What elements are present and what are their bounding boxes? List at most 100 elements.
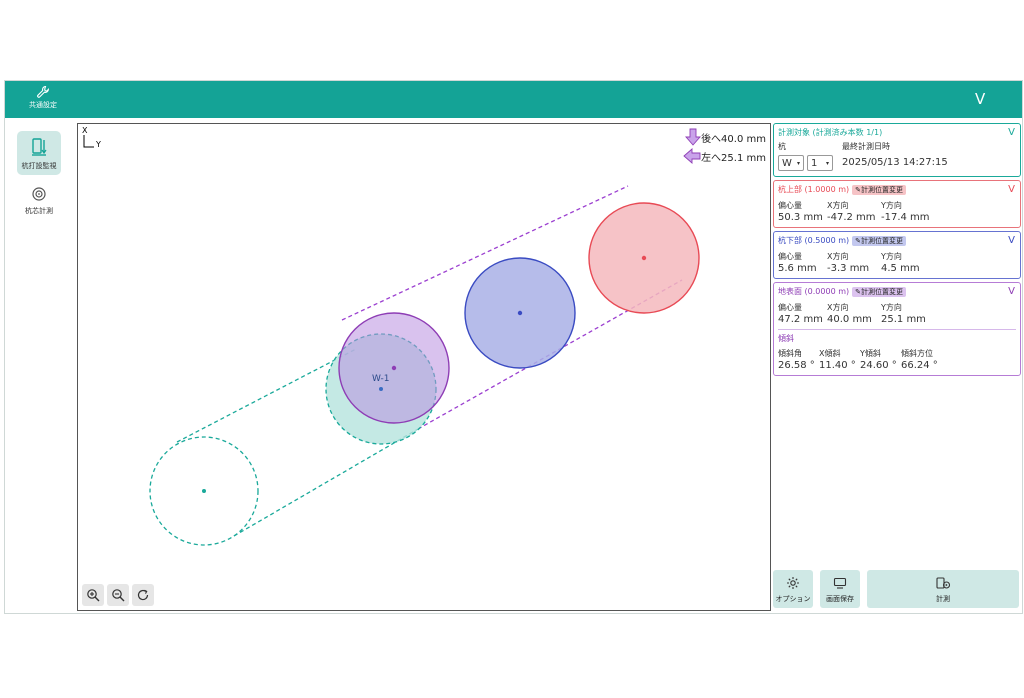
ecc-label: 偏心量 (778, 303, 802, 312)
wrench-icon (37, 85, 49, 98)
pile-plot: W-1 (149, 185, 700, 546)
x-incl-label: X傾斜 (819, 349, 841, 358)
pile-letter-value: W (782, 158, 792, 169)
incl-dir-value: 66.24 ° (901, 360, 938, 371)
zoom-out-icon (112, 589, 125, 602)
target-panel: 計測対象 (計測済み本数 1/1) V 杭 W ▾ 1 ▾ 最終計測日時 202… (773, 123, 1021, 177)
sidebar-item-pile-center[interactable]: 杭芯計測 (17, 183, 61, 219)
dropdown-arrow-icon: ▾ (825, 160, 829, 167)
bottom-section-title: 杭下部 (0.5000 m) (778, 236, 850, 245)
zoom-in-icon (87, 589, 100, 602)
bottom-section-panel: 杭下部 (0.5000 m) ✎計測位置変更 V 偏心量 X方向 Y方向 5.6 … (773, 231, 1021, 279)
measure-icon (936, 577, 951, 589)
ground-change-position-button[interactable]: ✎計測位置変更 (852, 287, 906, 297)
sidebar-item-pile-monitor[interactable]: 杭打設監視 (17, 131, 61, 175)
y-value: -17.4 mm (881, 212, 930, 223)
bottom-center (517, 310, 523, 316)
target-icon (32, 187, 46, 201)
top-section-header: 杭上部 (1.0000 m) ✎計測位置変更 (778, 184, 906, 195)
last-measured-value: 2025/05/13 14:27:15 (842, 157, 948, 168)
y-dir-label: Y方向 (881, 303, 902, 312)
save-screen-label: 画面保存 (826, 595, 854, 603)
ground-chevron-icon[interactable]: V (1008, 286, 1015, 297)
gear-icon (787, 577, 799, 589)
chip-label: 計測位置変更 (861, 237, 903, 245)
design-pile-center (202, 489, 206, 493)
actual-pile-center (379, 387, 383, 391)
ecc-value: 5.6 mm (778, 263, 817, 274)
x-value: -3.3 mm (827, 263, 870, 274)
move-back-indicator: 後へ40.0 mm (685, 128, 766, 146)
plot-canvas[interactable]: W-1 X Y 後へ40.0 mm 左へ25.1 mm (77, 123, 771, 611)
top-chevron-icon[interactable]: V (1008, 184, 1015, 195)
ecc-label: 偏心量 (778, 252, 802, 261)
arrow-down-icon (685, 128, 702, 146)
app-window: 共通設定 V 杭打設監視 杭芯計測 W-1 X Y 後へ40.0 mm 左へ25… (4, 80, 1023, 614)
common-settings-label: 共通設定 (29, 101, 57, 109)
pile-monitor-icon (32, 138, 47, 156)
target-chevron-icon[interactable]: V (1008, 127, 1015, 138)
zoom-in-button[interactable] (82, 584, 104, 606)
measure-label: 計測 (936, 595, 950, 603)
x-value: 40.0 mm (827, 314, 872, 325)
target-title: 計測対象 (計測済み本数 1/1) (778, 128, 883, 137)
pile-letter-select[interactable]: W ▾ (778, 155, 804, 171)
reset-view-button[interactable] (132, 584, 154, 606)
rotate-icon (137, 589, 149, 601)
common-settings-button[interactable]: 共通設定 (21, 85, 65, 115)
y-incl-label: Y傾斜 (860, 349, 881, 358)
top-section-title: 杭上部 (1.0000 m) (778, 185, 850, 194)
incl-angle-label: 傾斜角 (778, 349, 802, 358)
axis-x-label: X (82, 126, 88, 135)
ecc-value: 50.3 mm (778, 212, 823, 223)
y-incl-value: 24.60 ° (860, 360, 897, 371)
chip-label: 計測位置変更 (861, 288, 903, 296)
last-measured-label: 最終計測日時 (842, 142, 890, 151)
bottom-change-position-button[interactable]: ✎計測位置変更 (852, 236, 906, 246)
x-value: -47.2 mm (827, 212, 876, 223)
teal-guide-line-lower (233, 428, 419, 537)
pile-number-select[interactable]: 1 ▾ (807, 155, 833, 171)
incl-dir-label: 傾斜方位 (901, 349, 933, 358)
incl-angle-value: 26.58 ° (778, 360, 815, 371)
save-screen-button[interactable]: 画面保存 (820, 570, 860, 608)
pile-number-value: 1 (811, 158, 818, 169)
inclination-title: 傾斜 (778, 334, 794, 343)
y-value: 25.1 mm (881, 314, 926, 325)
x-incl-value: 11.40 ° (819, 360, 856, 371)
chip-label: 計測位置変更 (861, 186, 903, 194)
top-bar: 共通設定 V (5, 81, 1022, 118)
option-label: オプション (775, 595, 811, 603)
pile-label: W-1 (372, 374, 390, 384)
ground-section-title: 地表面 (0.0000 m) (778, 287, 850, 296)
bottom-section-header: 杭下部 (0.5000 m) ✎計測位置変更 (778, 235, 906, 246)
x-dir-label: X方向 (827, 201, 849, 210)
zoom-controls (82, 584, 154, 606)
menu-chevron-icon[interactable]: V (975, 90, 985, 108)
top-section-panel: 杭上部 (1.0000 m) ✎計測位置変更 V 偏心量 X方向 Y方向 50.3… (773, 180, 1021, 228)
x-dir-label: X方向 (827, 252, 849, 261)
monitor-icon (833, 577, 847, 589)
axis-icon (83, 135, 94, 148)
y-dir-label: Y方向 (881, 252, 902, 261)
bottom-chevron-icon[interactable]: V (1008, 235, 1015, 246)
top-change-position-button[interactable]: ✎計測位置変更 (852, 185, 906, 195)
arrow-left-icon (683, 148, 701, 164)
option-button[interactable]: オプション (773, 570, 813, 608)
zoom-out-button[interactable] (107, 584, 129, 606)
axis-y-label: Y (96, 140, 101, 149)
ecc-value: 47.2 mm (778, 314, 823, 325)
move-left-indicator: 左へ25.1 mm (683, 148, 766, 164)
ground-section-header: 地表面 (0.0000 m) ✎計測位置変更 (778, 286, 906, 297)
move-back-text: 後へ40.0 mm (701, 133, 766, 145)
sidebar-item-label: 杭打設監視 (21, 162, 57, 170)
ecc-label: 偏心量 (778, 201, 802, 210)
section-divider (778, 329, 1016, 330)
pile-label: 杭 (778, 142, 786, 151)
measure-button[interactable]: 計測 (867, 570, 1019, 608)
sidebar: 杭打設監視 杭芯計測 (5, 118, 75, 613)
ground-section-panel: 地表面 (0.0000 m) ✎計測位置変更 V 偏心量 X方向 Y方向 47.2… (773, 282, 1021, 376)
y-dir-label: Y方向 (881, 201, 902, 210)
ground-center (391, 365, 397, 371)
top-center (641, 255, 647, 261)
